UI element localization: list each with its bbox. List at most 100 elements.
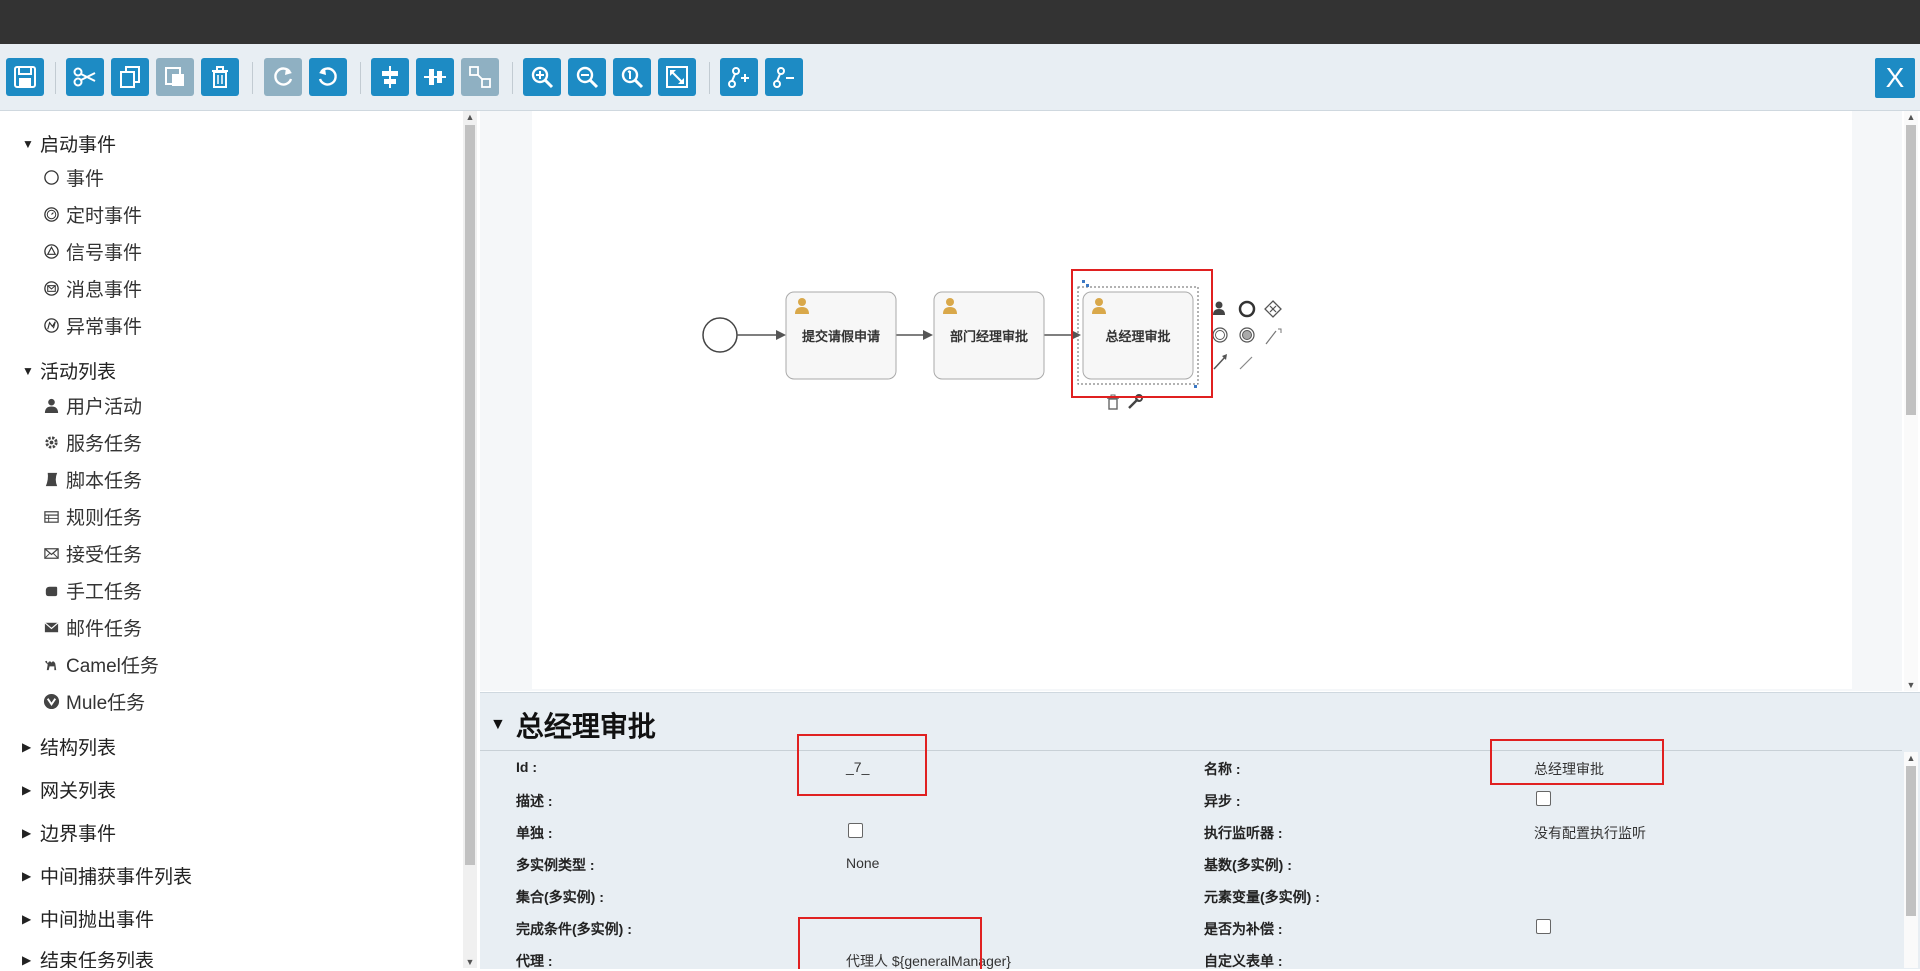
script-icon xyxy=(42,471,60,489)
palette-item-event[interactable]: 事件 xyxy=(42,164,104,191)
chevron-right-icon: ▶ xyxy=(22,868,32,883)
align-vertical-button[interactable] xyxy=(416,58,454,96)
scroll-up-icon[interactable]: ▲ xyxy=(463,111,477,123)
chevron-down-icon: ▼ xyxy=(490,716,506,733)
scroll-up-icon[interactable]: ▲ xyxy=(1904,111,1918,123)
cut-button[interactable] xyxy=(66,58,104,96)
scroll-down-icon[interactable]: ▼ xyxy=(1904,679,1918,691)
palette-item-mail-task[interactable]: 邮件任务 xyxy=(42,614,142,641)
palette-item-script-task[interactable]: 脚本任务 xyxy=(42,466,142,493)
zoom-in-button[interactable] xyxy=(523,58,561,96)
remove-bendpoint-button[interactable] xyxy=(765,58,803,96)
properties-panel: ▼ 总经理审批 Id : _7_ 名称 : 总经理审批 描述 : 异步 : 单独… xyxy=(480,692,1920,969)
palette-group-intermediate-throw[interactable]: ▶ 中间抛出事件 xyxy=(22,905,154,932)
align-horizontal-button[interactable] xyxy=(371,58,409,96)
same-size-button[interactable] xyxy=(461,58,499,96)
append-end-event-icon[interactable] xyxy=(1238,300,1256,318)
palette-item-receive-task[interactable]: 接受任务 xyxy=(42,540,142,567)
sequence-flow[interactable] xyxy=(896,330,933,340)
redo-button[interactable] xyxy=(264,58,302,96)
task-label: 提交请假申请 xyxy=(801,329,880,344)
compensation-checkbox[interactable] xyxy=(1536,919,1551,934)
zoom-fit-button[interactable] xyxy=(658,58,696,96)
palette-group-gateways[interactable]: ▶ 网关列表 xyxy=(22,776,116,803)
multi-instance-type-value[interactable]: None xyxy=(846,855,879,871)
sequence-flow[interactable] xyxy=(737,330,786,340)
palette-item-message-event[interactable]: 消息事件 xyxy=(42,275,142,302)
palette-group-start-events[interactable]: ▼ 启动事件 xyxy=(22,130,116,157)
exclusive-label: 单独 : xyxy=(516,825,553,841)
palette-item-manual-task[interactable]: 手工任务 xyxy=(42,577,142,604)
item-label: 脚本任务 xyxy=(66,471,143,492)
scroll-thumb[interactable] xyxy=(1906,766,1916,916)
canvas-scrollbar[interactable]: ▲ ▼ xyxy=(1904,111,1918,691)
properties-title: 总经理审批 xyxy=(515,711,656,742)
collection-label: 集合(多实例) : xyxy=(516,889,604,905)
paste-button[interactable] xyxy=(156,58,194,96)
zoom-actual-button[interactable] xyxy=(613,58,651,96)
append-intermediate-event-icon[interactable] xyxy=(1239,327,1255,343)
palette-item-mule-task[interactable]: Mule任务 xyxy=(42,688,145,715)
palette-item-camel-task[interactable]: Camel任务 xyxy=(42,651,159,678)
copy-button[interactable] xyxy=(111,58,149,96)
association-icon[interactable] xyxy=(1239,356,1253,370)
palette-item-timer-event[interactable]: 定时事件 xyxy=(42,201,142,228)
palette-group-structures[interactable]: ▶ 结构列表 xyxy=(22,733,116,760)
zoom-out-button[interactable] xyxy=(568,58,606,96)
start-event[interactable] xyxy=(702,317,738,353)
execution-listeners-value[interactable]: 没有配置执行监听 xyxy=(1534,823,1646,843)
properties-header[interactable]: ▼ 总经理审批 xyxy=(490,705,656,745)
signal-icon xyxy=(42,243,60,261)
scroll-down-icon[interactable]: ▼ xyxy=(463,956,477,968)
table-icon xyxy=(42,508,60,526)
item-label: 事件 xyxy=(66,169,105,190)
name-label: 名称 : xyxy=(1204,761,1241,777)
toolbar-separator xyxy=(252,62,253,94)
align-horizontal-icon xyxy=(382,66,398,88)
group-label: 边界事件 xyxy=(40,824,117,845)
scroll-thumb[interactable] xyxy=(465,125,475,865)
exclusive-checkbox[interactable] xyxy=(848,823,863,838)
palette-item-signal-event[interactable]: 信号事件 xyxy=(42,238,142,265)
close-button[interactable]: X xyxy=(1875,58,1915,98)
properties-scrollbar[interactable]: ▲ xyxy=(1904,752,1918,968)
multi-instance-type-label: 多实例类型 : xyxy=(516,857,595,873)
group-label: 结束任务列表 xyxy=(40,951,155,968)
palette-item-rule-task[interactable]: 规则任务 xyxy=(42,503,142,530)
palette-group-intermediate-catch[interactable]: ▶ 中间捕获事件列表 xyxy=(22,862,192,889)
palette-item-service-task[interactable]: 服务任务 xyxy=(42,429,142,456)
hand-icon xyxy=(42,582,60,600)
palette-item-error-event[interactable]: 异常事件 xyxy=(42,312,142,339)
palette-group-activities[interactable]: ▼ 活动列表 xyxy=(22,357,116,384)
append-annotation-icon[interactable] xyxy=(1265,328,1282,345)
save-button[interactable] xyxy=(6,58,44,96)
item-label: 信号事件 xyxy=(66,243,143,264)
palette-group-boundary-events[interactable]: ▶ 边界事件 xyxy=(22,819,116,846)
palette-item-user-task[interactable]: 用户活动 xyxy=(42,392,142,419)
group-label: 活动列表 xyxy=(40,362,117,383)
remove-bendpoint-icon xyxy=(773,67,794,88)
palette-group-end-events[interactable]: ▶ 结束任务列表 xyxy=(22,946,154,968)
item-label: Camel任务 xyxy=(66,656,159,677)
append-gateway-icon[interactable] xyxy=(1264,300,1282,318)
append-user-task-icon[interactable] xyxy=(1213,301,1225,316)
toolbar-separator xyxy=(512,62,513,94)
palette-scrollbar[interactable]: ▲ ▼ xyxy=(463,111,477,968)
diagram-canvas[interactable]: 提交请假申请 部门经理审批 总经理审批 xyxy=(532,111,1852,689)
undo-button[interactable] xyxy=(309,58,347,96)
item-label: 定时事件 xyxy=(66,206,143,227)
zoom-actual-icon xyxy=(621,66,644,89)
scroll-up-icon[interactable]: ▲ xyxy=(1904,752,1918,764)
async-checkbox[interactable] xyxy=(1536,791,1551,806)
zoom-in-icon xyxy=(531,66,554,89)
timer-icon xyxy=(42,206,60,224)
add-bendpoint-button[interactable] xyxy=(720,58,758,96)
highlight-box xyxy=(798,917,982,969)
execution-listeners-label: 执行监听器 : xyxy=(1204,825,1283,841)
append-timer-event-icon[interactable] xyxy=(1212,327,1228,343)
scroll-thumb[interactable] xyxy=(1906,125,1916,415)
description-label: 描述 : xyxy=(516,793,553,809)
connect-arrow-icon[interactable] xyxy=(1213,354,1227,370)
scissors-icon xyxy=(73,67,96,87)
delete-button[interactable] xyxy=(201,58,239,96)
